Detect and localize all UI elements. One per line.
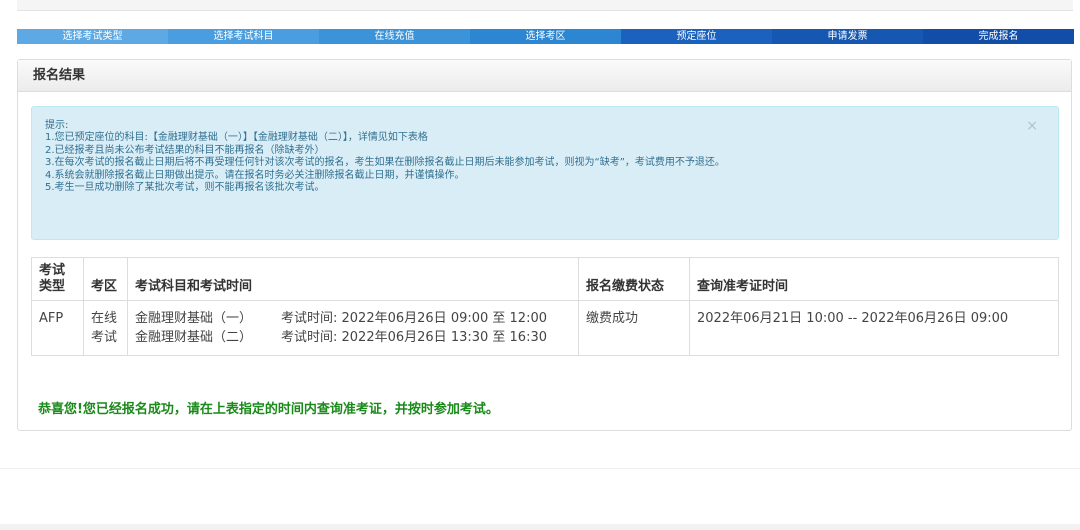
step-apply-invoice: 申请发票 [772, 29, 923, 44]
alert-line-2: 2.已经报考且尚未公布考试结果的科目不能再报名（除缺考外） [45, 144, 325, 156]
registration-steps: 选择考试类型 选择考试科目 在线充值 选择考区 预定座位 申请发票 完成报名 [17, 29, 1074, 44]
step-reserve-seat: 预定座位 [621, 29, 772, 44]
subject-time: 考试时间: 2022年06月26日 09:00 至 12:00 [281, 311, 548, 326]
table-row: AFP 在线考试 金融理财基础（一） 考试时间: 2022年06月26日 09:… [31, 300, 1059, 356]
step-select-subject: 选择考试科目 [168, 29, 319, 44]
header-exam-type: 考试类型 [31, 257, 84, 301]
alert-line-1: 1.您已预定座位的科目:【金融理财基础（一）】【金融理财基础（二）】，详情见如下… [45, 132, 428, 144]
table-header-row: 考试类型 考区 考试科目和考试时间 报名缴费状态 查询准考证时间 [31, 257, 1059, 301]
subject-line: 金融理财基础（二） 考试时间: 2022年06月26日 13:30 至 16:3… [135, 328, 571, 347]
step-select-exam-type: 选择考试类型 [17, 29, 168, 44]
alert-line-4: 4.系统会就删除报名截止日期做出提示。请在报名时务必关注删除报名截止日期，并谨慎… [45, 169, 465, 181]
cell-payment-status: 缴费成功 [578, 300, 690, 356]
cell-subjects: 金融理财基础（一） 考试时间: 2022年06月26日 09:00 至 12:0… [127, 300, 579, 356]
registration-table: 考试类型 考区 考试科目和考试时间 报名缴费状态 查询准考证时间 AFP 在线考… [31, 257, 1059, 356]
step-select-area: 选择考区 [470, 29, 621, 44]
close-icon[interactable]: × [1026, 119, 1038, 133]
step-complete-registration: 完成报名 [923, 29, 1074, 44]
bottom-bar [0, 524, 1080, 530]
cell-admission-time: 2022年06月21日 10:00 -- 2022年06月26日 09:00 [689, 300, 1059, 356]
header-payment-status: 报名缴费状态 [578, 257, 690, 301]
subject-time: 考试时间: 2022年06月26日 13:30 至 16:30 [281, 330, 548, 345]
top-header-strip [17, 0, 1073, 11]
panel-title: 报名结果 [18, 60, 1071, 92]
header-subject-time: 考试科目和考试时间 [127, 257, 579, 301]
subject-line: 金融理财基础（一） 考试时间: 2022年06月26日 09:00 至 12:0… [135, 309, 571, 328]
alert-line-3: 3.在每次考试的报名截止日期后将不再受理任何针对该次考试的报名，考生如果在删除报… [45, 157, 725, 169]
info-alert: × 提示: 1.您已预定座位的科目:【金融理财基础（一）】【金融理财基础（二）】… [31, 106, 1059, 240]
alert-line-title: 提示: [45, 120, 69, 131]
header-admission-time: 查询准考证时间 [689, 257, 1059, 301]
alert-line-5: 5.考生一旦成功删除了某批次考试，则不能再报名该批次考试。 [45, 182, 325, 194]
subject-name: 金融理财基础（二） [135, 330, 253, 345]
cell-area: 在线考试 [83, 300, 128, 356]
step-online-recharge: 在线充值 [319, 29, 470, 44]
header-area: 考区 [83, 257, 128, 301]
cell-exam-type: AFP [31, 300, 84, 356]
subject-name: 金融理财基础（一） [135, 311, 253, 326]
footer-divider [0, 468, 1080, 469]
success-message: 恭喜您!您已经报名成功，请在上表指定的时间内查询准考证，并按时参加考试。 [38, 402, 499, 417]
result-panel: 报名结果 × 提示: 1.您已预定座位的科目:【金融理财基础（一）】【金融理财基… [17, 59, 1072, 431]
